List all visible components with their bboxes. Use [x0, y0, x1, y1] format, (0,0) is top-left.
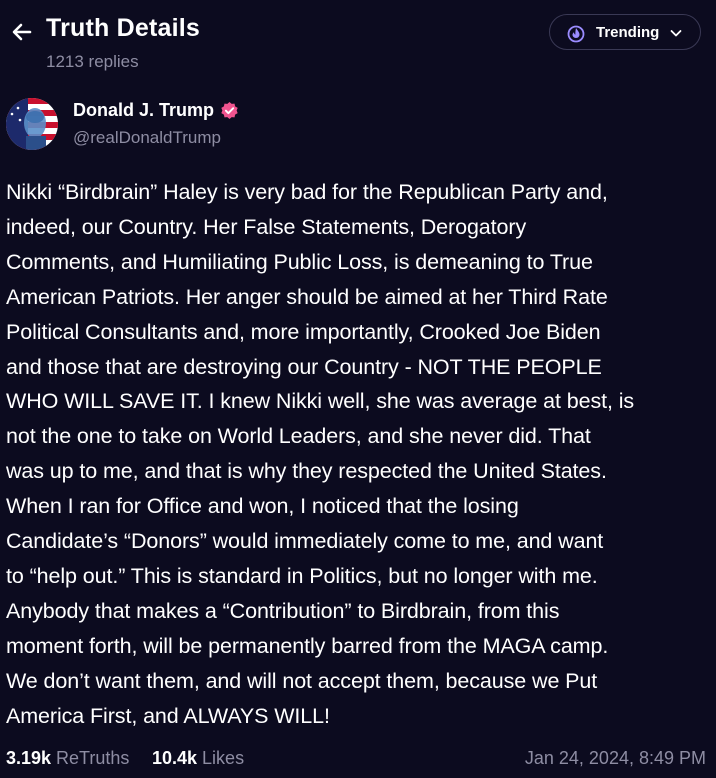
post-line: America First, and ALWAYS WILL! — [6, 703, 330, 728]
author-handle[interactable]: @realDonaldTrump — [73, 128, 221, 148]
post-line: Candidate’s “Donors” would immediately c… — [6, 529, 604, 554]
retruths-label: ReTruths — [56, 748, 130, 768]
post-line: indeed, our Country. Her False Statement… — [6, 214, 527, 239]
post-line: American Patriots. Her anger should be a… — [6, 284, 608, 309]
post-stats: 3.19k ReTruths 10.4k Likes Jan 24, 2024, 8… — [6, 748, 706, 774]
likes-label: Likes — [202, 748, 245, 768]
retruths-stat[interactable]: 3.19k ReTruths — [6, 748, 129, 769]
post-line: was up to me, and that is why they respe… — [6, 459, 607, 484]
trending-label: Trending — [596, 24, 660, 41]
post-line: We don’t want them, and will not accept … — [6, 668, 598, 693]
author-name-text: Donald J. Trump — [73, 100, 215, 120]
post-line: and those that are destroying our Countr… — [6, 354, 602, 379]
back-button[interactable] — [8, 18, 36, 46]
flame-icon — [567, 25, 585, 43]
retruths-count: 3.19k — [6, 748, 52, 768]
likes-count: 10.4k — [152, 748, 198, 768]
post-line: Comments, and Humiliating Public Loss, i… — [6, 249, 593, 274]
post-line: Nikki “Birdbrain” Haley is very bad for … — [6, 180, 608, 204]
verified-badge-icon — [221, 101, 238, 120]
post-line: not the one to take on World Leaders, an… — [6, 424, 591, 449]
chevron-down-icon — [670, 30, 682, 37]
trending-dropdown-button[interactable]: Trending — [549, 14, 701, 50]
page-header: Truth Details 1213 replies Trending — [0, 0, 716, 80]
post-line: moment forth, will be permanently barred… — [6, 633, 609, 658]
avatar-image — [6, 98, 58, 150]
post-line: WHO WILL SAVE IT. I knew Nikki well, she… — [6, 389, 635, 414]
avatar[interactable] — [6, 98, 58, 150]
post-line: When I ran for Office and won, I noticed… — [6, 494, 519, 519]
post-timestamp: Jan 24, 2024, 8:49 PM — [524, 748, 706, 768]
post-line: Political Consultants and, more importan… — [6, 319, 601, 344]
author-name[interactable]: Donald J. Trump — [73, 100, 239, 121]
page-title: Truth Details — [46, 14, 201, 42]
post-line: Anybody that makes a “Contribution” to B… — [6, 598, 560, 623]
arrow-left-icon — [12, 23, 32, 41]
reply-count: 1213 replies — [46, 52, 139, 71]
likes-stat[interactable]: 10.4k Likes — [152, 748, 244, 769]
post-line: to “help out.” This is standard in Polit… — [6, 563, 598, 588]
post-text: Nikki “Birdbrain” Haley is very bad for … — [6, 175, 712, 734]
